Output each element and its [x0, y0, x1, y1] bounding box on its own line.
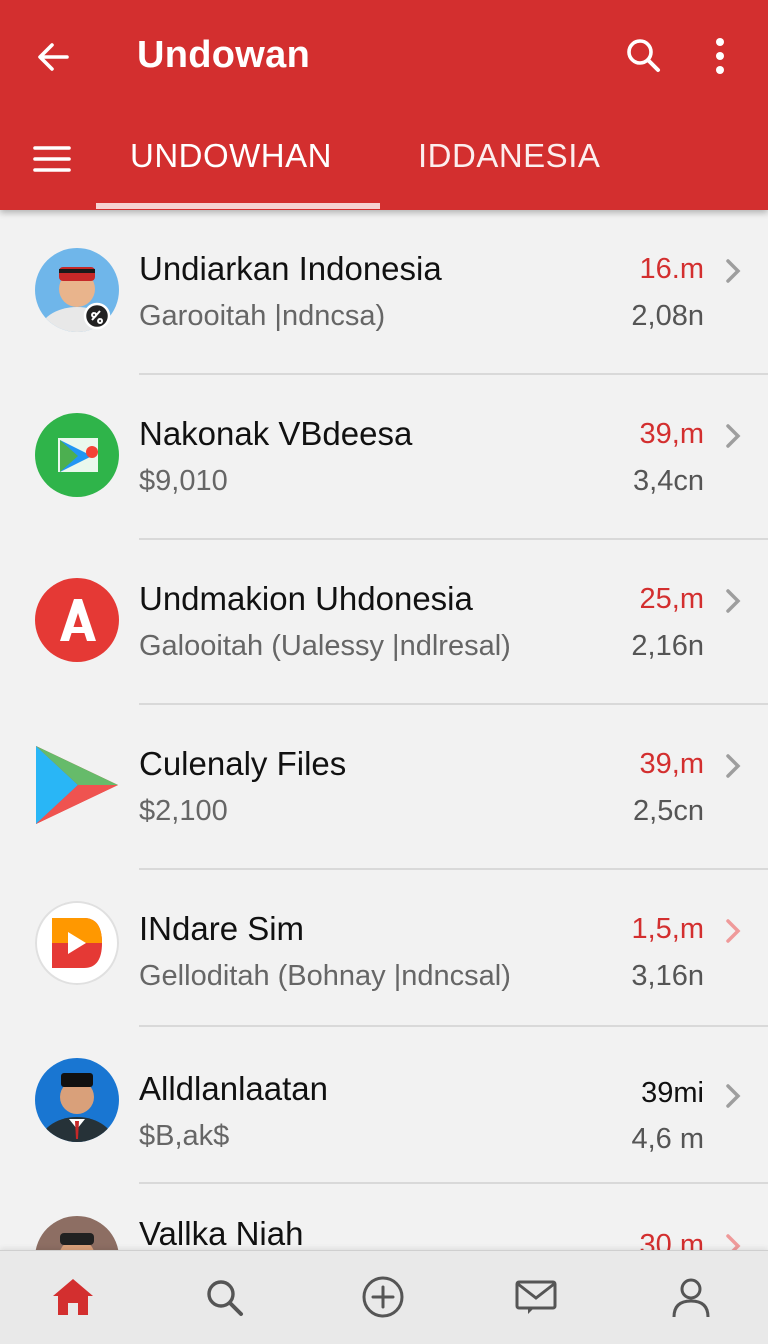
menu-button[interactable]: [28, 137, 76, 181]
app-screen: Undowan UNDOWHAN IDDANESIA Undiarkan Ind…: [0, 0, 768, 1344]
chevron-right-icon: [726, 919, 741, 943]
portrait-avatar: [35, 1216, 119, 1250]
item-metric-secondary: 3,16n: [631, 960, 704, 992]
item-metric: 16.m: [639, 253, 704, 285]
search-icon: [627, 39, 660, 72]
item-metric: 1,5,m: [631, 913, 704, 945]
item-subtitle: Gelloditah (Bohnay |ndncsal): [139, 960, 511, 992]
item-metric-secondary: 2,5cn: [633, 795, 704, 827]
tab-bar: UNDOWHAN IDDANESIA: [0, 115, 768, 210]
orange-d-app-icon: [35, 901, 119, 985]
item-title: Undmakion Uhdonesia: [139, 580, 473, 617]
chevron-right-icon: [726, 259, 741, 283]
item-metric: 39mi: [641, 1077, 704, 1109]
divider: [139, 1182, 768, 1184]
item-list: Undiarkan Indonesia Garooitah |ndncsa) 1…: [0, 210, 768, 1250]
item-subtitle: $B,ak$: [139, 1120, 230, 1152]
item-metric-secondary: 2,08n: [631, 300, 704, 332]
portrait-avatar: [35, 1058, 119, 1142]
bottom-navigation: [0, 1250, 768, 1344]
item-title: Alldlanlaatan: [139, 1070, 328, 1107]
app-title: Undowan: [137, 34, 311, 76]
add-circle-icon: [362, 1276, 404, 1318]
chevron-right-icon: [726, 589, 741, 613]
item-metric: 25,m: [639, 583, 704, 615]
list-item[interactable]: Vallka Niah 30,m: [0, 1185, 768, 1250]
green-play-app-icon: [35, 413, 119, 497]
chevron-right-icon: [726, 1084, 741, 1108]
chevron-right-icon: [726, 1234, 741, 1250]
list-item[interactable]: Undiarkan Indonesia Garooitah |ndncsa) 1…: [0, 210, 768, 375]
item-title: Culenaly Files: [139, 745, 347, 782]
nav-inbox[interactable]: [512, 1273, 560, 1321]
list-item[interactable]: Undmakion Uhdonesia Galooitah (Ualessy |…: [0, 540, 768, 705]
item-title: Nakonak VBdeesa: [139, 415, 413, 452]
home-icon: [53, 1279, 93, 1315]
play-triangle-icon: [36, 746, 118, 824]
item-subtitle: $2,100: [139, 795, 228, 827]
more-vert-icon: [716, 38, 724, 74]
item-metric: 39,m: [639, 418, 704, 450]
item-metric-secondary: 2,16n: [631, 630, 704, 662]
tab-selected-indicator: [96, 203, 380, 209]
nav-profile[interactable]: [667, 1273, 715, 1321]
item-title: Undiarkan Indonesia: [139, 250, 442, 287]
list-item[interactable]: INdare Sim Gelloditah (Bohnay |ndncsal) …: [0, 870, 768, 1035]
item-metric: 30,m: [639, 1229, 704, 1250]
search-icon: [207, 1280, 243, 1316]
chevron-right-icon: [726, 754, 741, 778]
item-title: INdare Sim: [139, 910, 305, 947]
item-subtitle: Garooitah |ndncsa): [139, 300, 386, 332]
item-metric-secondary: 3,4cn: [633, 465, 704, 497]
chevron-right-icon: [726, 424, 741, 448]
list-item[interactable]: Nakonak VBdeesa $9,010 39,m 3,4cn: [0, 375, 768, 540]
nav-add[interactable]: [359, 1273, 407, 1321]
tab-iddanesia[interactable]: IDDANESIA: [418, 137, 600, 175]
back-button[interactable]: [30, 34, 76, 80]
item-title: Vallka Niah: [139, 1215, 304, 1250]
toolbar: Undowan: [0, 0, 768, 115]
item-subtitle: Galooitah (Ualessy |ndlresal): [139, 630, 511, 662]
portrait-avatar: [35, 248, 119, 332]
item-metric: 39,m: [639, 748, 704, 780]
nav-home[interactable]: [49, 1273, 97, 1321]
list-item[interactable]: Culenaly Files $2,100 39,m 2,5cn: [0, 705, 768, 870]
nav-search[interactable]: [200, 1273, 248, 1321]
red-a-app-icon: [35, 578, 119, 662]
more-options-button[interactable]: [698, 32, 742, 80]
item-subtitle: $9,010: [139, 465, 228, 497]
person-icon: [672, 1278, 710, 1318]
app-bar: Undowan UNDOWHAN IDDANESIA: [0, 0, 768, 210]
item-metric-secondary: 4,6 m: [631, 1123, 704, 1155]
menu-icon: [33, 146, 71, 172]
search-button[interactable]: [620, 32, 666, 78]
mail-icon: [515, 1280, 557, 1314]
back-arrow-icon: [38, 43, 69, 71]
tab-undowhan[interactable]: UNDOWHAN: [130, 137, 332, 175]
list-item[interactable]: Alldlanlaatan $B,ak$ 39mi 4,6 m: [0, 1025, 768, 1190]
